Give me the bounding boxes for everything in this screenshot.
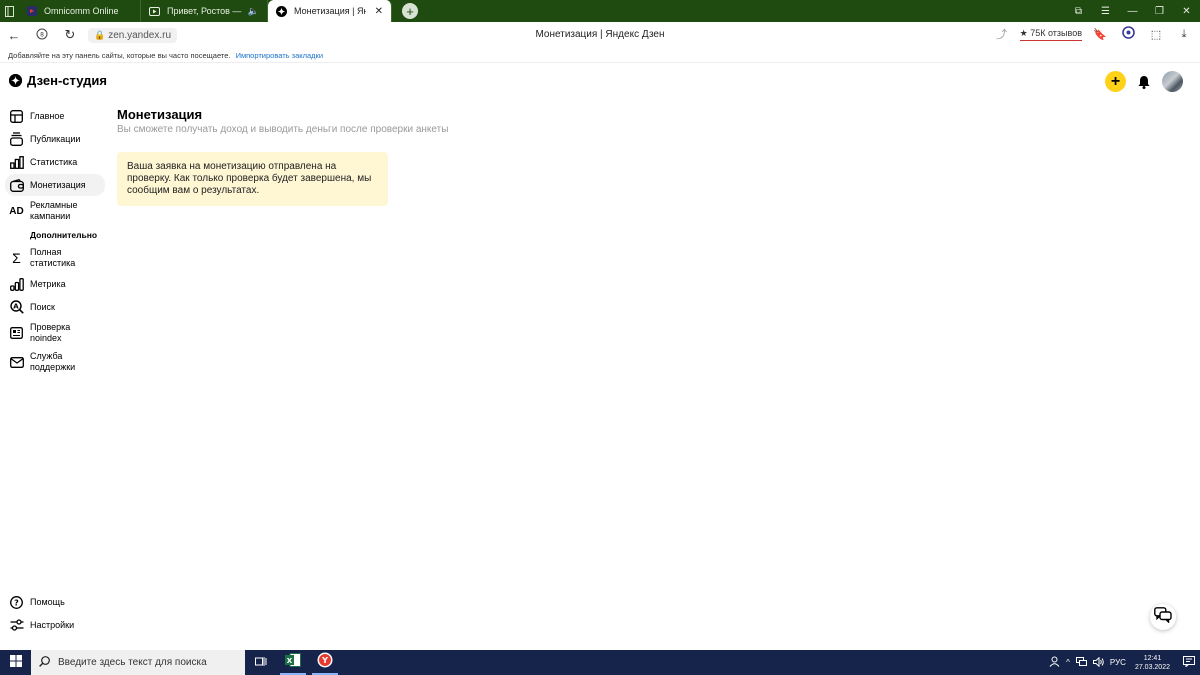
speaker-icon[interactable]: 🔈 (248, 6, 259, 17)
omnicomm-icon (26, 6, 37, 17)
stats-icon (9, 155, 24, 169)
address-bar: ← 8 ↻ 🔒 zen.yandex.ru Монетизация | Яндек… (0, 22, 1200, 48)
chevron-up-icon[interactable]: ^ (1066, 658, 1070, 667)
tab-sidebar-icon[interactable] (0, 0, 18, 22)
windows-icon (9, 654, 22, 672)
import-bookmarks-link[interactable]: Импортировать закладки (236, 51, 323, 60)
sidebar-item-help[interactable]: ? Помощь (5, 591, 105, 613)
network-icon[interactable] (1075, 657, 1087, 668)
chat-button[interactable] (1150, 604, 1176, 630)
create-button[interactable]: + (1105, 71, 1126, 92)
ad-icon: AD (9, 205, 24, 217)
back-icon[interactable]: ← (0, 28, 28, 43)
taskbar-app-yandex-browser[interactable]: Y (309, 650, 341, 675)
youtube-icon (149, 6, 160, 17)
studio-header-actions: + (1105, 71, 1183, 92)
tab-title: Привет, Ростов — В (167, 6, 244, 16)
sidebar: Главное Публикации Статистика Монетизаци… (5, 105, 105, 377)
svg-text:X: X (287, 657, 293, 665)
close-window-icon[interactable]: ✕ (1173, 6, 1200, 17)
bookmark-icon[interactable]: 🔖 (1090, 28, 1110, 41)
sidebar-item-full-statistics[interactable]: Σ Полная статистика (5, 244, 105, 272)
metrika-icon (9, 277, 24, 291)
main-content: Монетизация Вы сможете получать доход и … (117, 107, 817, 206)
settings-icon (9, 618, 24, 632)
tab-monetization[interactable]: Монетизация | Яндекс ✕ (268, 0, 392, 22)
share-icon[interactable]: ⤴ (992, 26, 1012, 42)
notification-icon (1183, 656, 1195, 669)
start-button[interactable] (0, 650, 31, 675)
language-indicator[interactable]: РУС (1110, 658, 1126, 667)
browser-tab-bar: Omnicomm Online Привет, Ростов — В 🔈 Мон… (0, 0, 1200, 22)
clock[interactable]: 12:41 27.03.2022 (1135, 654, 1170, 672)
address-bar-tools: ⤴ ★ 75К отзывов 🔖 ⬚ ⤓ (992, 26, 1194, 42)
minimize-icon[interactable]: — (1119, 6, 1146, 17)
sidebar-item-home[interactable]: Главное (5, 105, 105, 127)
zen-logo-icon (9, 74, 22, 87)
menu-icon[interactable]: ☰ (1092, 6, 1119, 17)
sidebar-item-metrika[interactable]: Метрика (5, 273, 105, 295)
reload-icon[interactable]: ↻ (56, 27, 84, 43)
svg-text:?: ? (14, 598, 19, 607)
window-controls: ⧉ ☰ — ❐ ✕ (1065, 0, 1200, 22)
lock-icon: 🔒 (94, 29, 106, 40)
close-tab-icon[interactable]: ✕ (375, 6, 383, 17)
page-title: Монетизация (117, 107, 203, 122)
tab-omnicomm[interactable]: Omnicomm Online (18, 0, 141, 22)
tab-youtube[interactable]: Привет, Ростов — В 🔈 (141, 0, 268, 22)
excel-icon: X (285, 653, 301, 672)
sidebar-item-publications[interactable]: Публикации (5, 128, 105, 150)
collections-icon[interactable]: ⧉ (1065, 6, 1092, 17)
new-tab-button[interactable]: + (402, 3, 418, 19)
restore-icon[interactable]: ❐ (1146, 6, 1173, 17)
svg-text:8: 8 (40, 31, 44, 38)
taskbar-search-input[interactable]: Введите здесь текст для поиска (31, 650, 245, 675)
extensions-icon[interactable]: ⬚ (1146, 28, 1166, 41)
sidebar-item-settings[interactable]: Настройки (5, 614, 105, 636)
system-tray: ^ РУС 12:41 27.03.2022 (1046, 650, 1200, 675)
monetization-notice: Ваша заявка на монетизацию отправлена на… (117, 152, 388, 206)
zen-icon (276, 5, 287, 17)
protect-icon[interactable]: 8 (28, 28, 56, 43)
tab-title: Монетизация | Яндекс (294, 6, 366, 16)
help-icon: ? (9, 595, 24, 609)
bell-icon[interactable] (1137, 74, 1151, 90)
mail-icon (9, 355, 24, 369)
task-view-button[interactable] (245, 650, 277, 675)
windows-taskbar: Введите здесь текст для поиска X Y ^ РУС… (0, 650, 1200, 675)
avatar[interactable] (1162, 71, 1183, 92)
reviews-badge[interactable]: ★ 75К отзывов (1019, 28, 1082, 41)
alice-icon[interactable] (1118, 26, 1138, 42)
taskbar-app-excel[interactable]: X (277, 650, 309, 675)
person-icon[interactable] (1049, 656, 1060, 669)
chat-icon (1154, 606, 1172, 628)
sidebar-item-noindex[interactable]: Проверка noindex (5, 319, 105, 347)
volume-icon[interactable] (1092, 656, 1104, 669)
studio-logo[interactable]: Дзен-студия (9, 73, 107, 88)
notifications-button[interactable] (1178, 650, 1200, 675)
sidebar-item-monetization[interactable]: Монетизация (5, 174, 105, 196)
yandex-browser-icon: Y (317, 652, 333, 673)
sidebar-item-support[interactable]: Служба поддержки (5, 348, 105, 376)
sidebar-item-statistics[interactable]: Статистика (5, 151, 105, 173)
noindex-icon (9, 326, 24, 340)
search-icon: A (9, 300, 24, 314)
bookmarks-bar: Добавляйте на эту панель сайты, которые … (0, 48, 1200, 63)
url-field[interactable]: 🔒 zen.yandex.ru (88, 27, 178, 43)
sigma-icon: Σ (12, 250, 21, 266)
sidebar-item-ad-campaigns[interactable]: AD Рекламные кампании (5, 197, 105, 225)
sidebar-bottom: ? Помощь Настройки (5, 591, 105, 637)
home-icon (9, 109, 24, 123)
task-view-icon (255, 654, 267, 672)
sidebar-section-extra: Дополнительно (30, 230, 98, 240)
sidebar-item-search[interactable]: A Поиск (5, 296, 105, 318)
publications-icon (9, 132, 24, 146)
page-subtitle: Вы сможете получать доход и выводить ден… (117, 124, 449, 135)
wallet-icon (9, 178, 24, 192)
svg-text:A: A (13, 303, 19, 311)
svg-text:Y: Y (321, 656, 328, 665)
download-icon[interactable]: ⤓ (1174, 28, 1194, 41)
search-icon (39, 655, 50, 670)
tab-title: Omnicomm Online (44, 6, 119, 16)
